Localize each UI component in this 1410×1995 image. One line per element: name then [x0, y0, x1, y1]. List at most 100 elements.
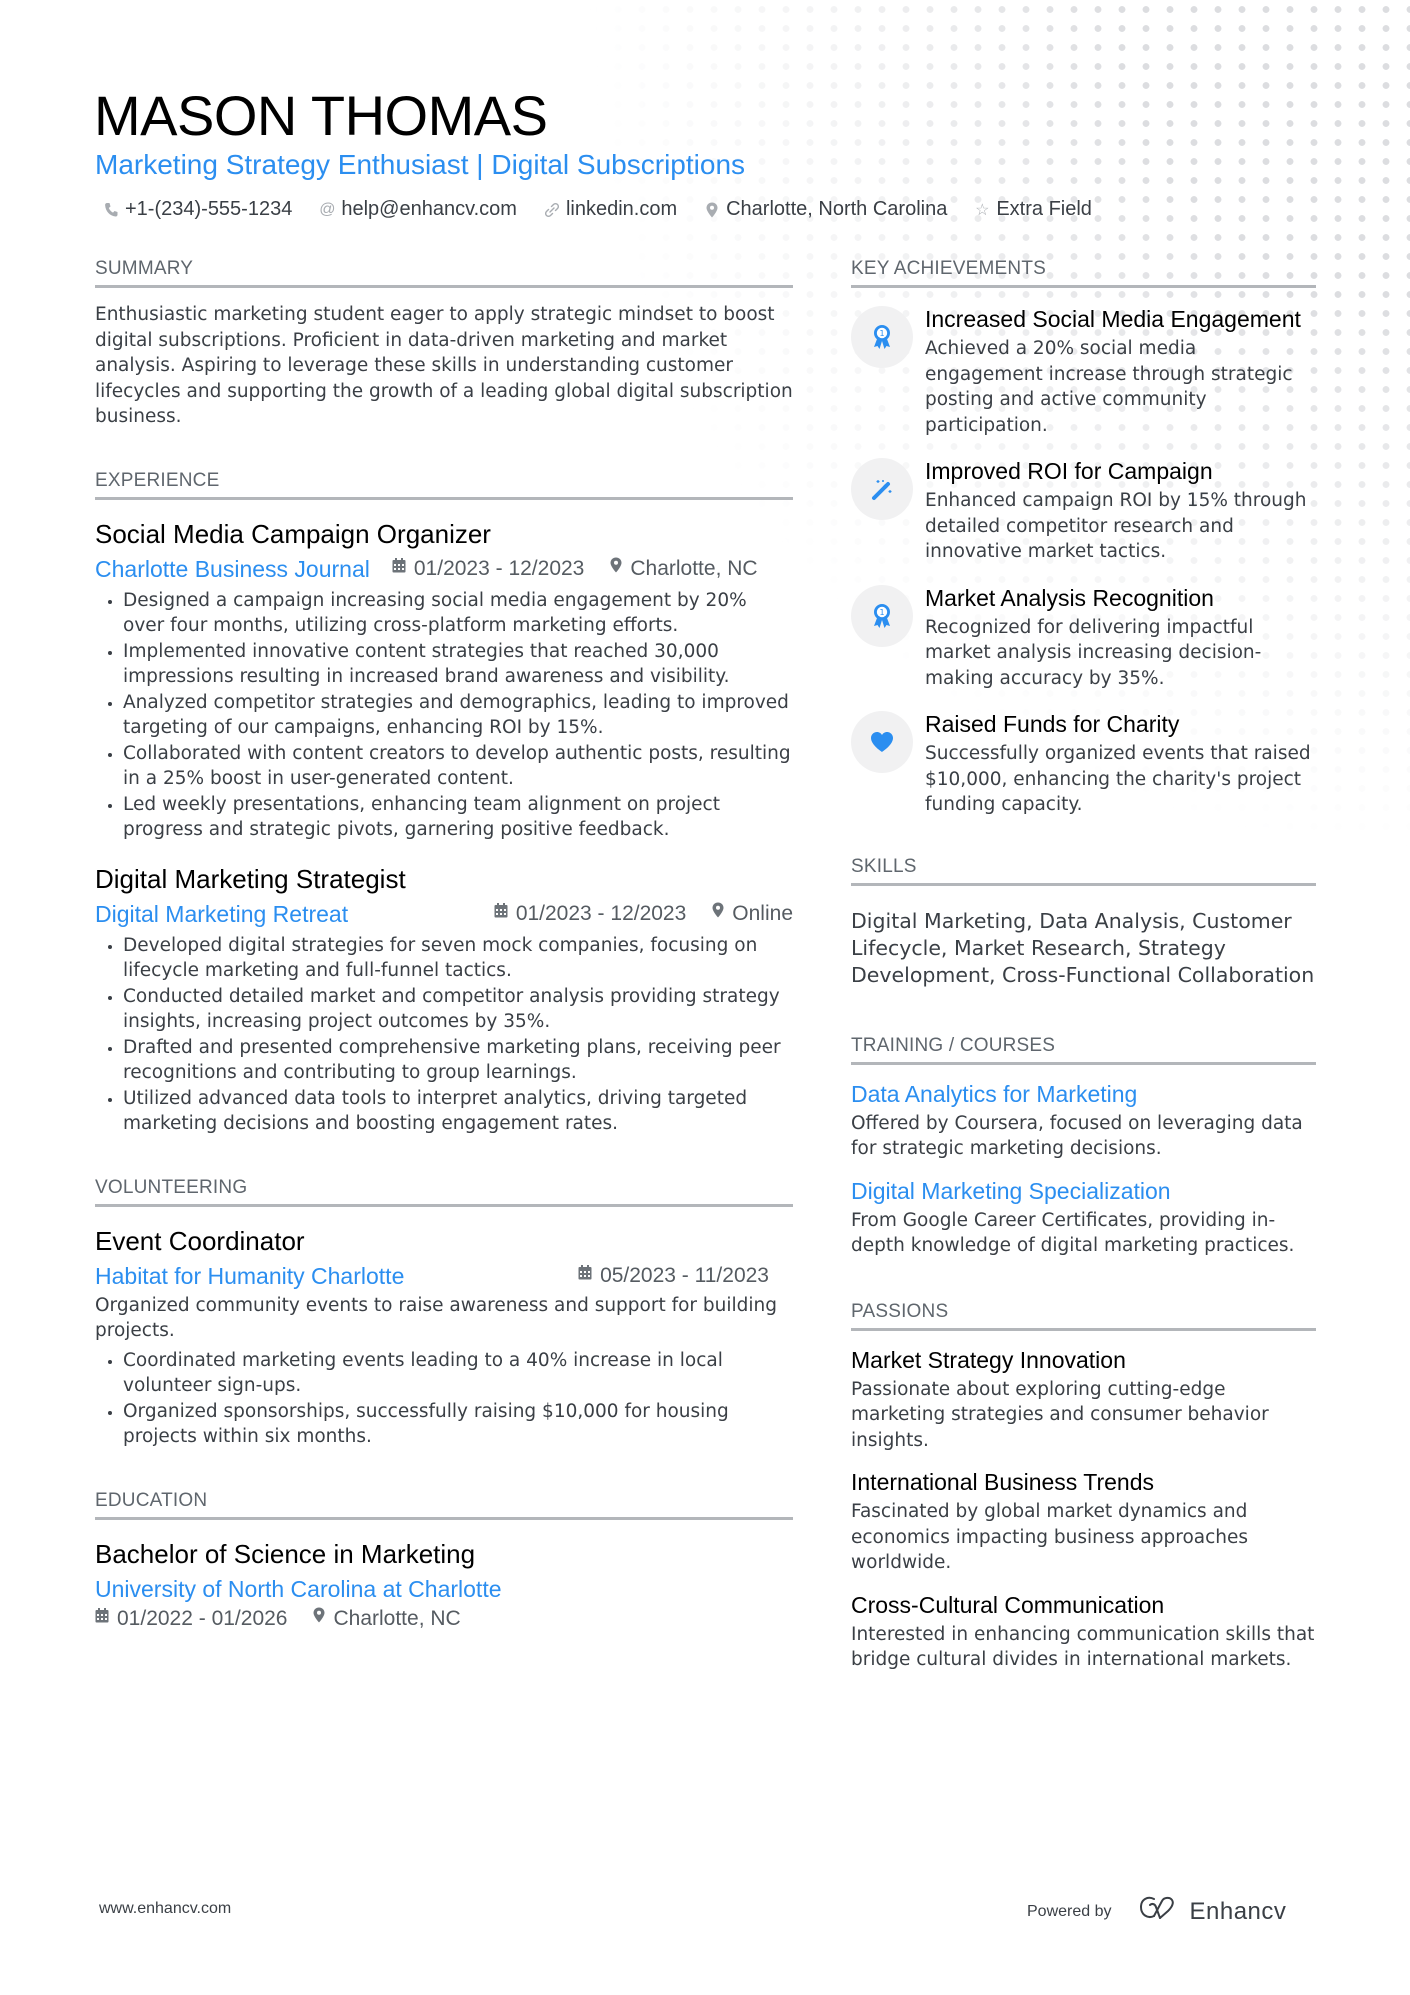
award-ribbon-icon: 1	[851, 306, 913, 368]
achievement-title: Raised Funds for Charity	[925, 711, 1180, 737]
heart-icon	[851, 711, 913, 773]
passion-text: Fascinated by global market dynamics and…	[851, 1501, 1249, 1573]
education-location-text: Charlotte, NC	[333, 1606, 461, 1630]
experience-location-text: Charlotte, NC	[630, 556, 758, 580]
section-heading-training: TRAINING / COURSES	[851, 1035, 1316, 1065]
training-section: TRAINING / COURSES Data Analytics for Ma…	[851, 1035, 1316, 1259]
section-heading-education: EDUCATION	[95, 1490, 793, 1520]
candidate-title: Marketing Strategy Enthusiast | Digital …	[95, 149, 746, 180]
passion-item: Market Strategy Innovation Passionate ab…	[851, 1345, 1316, 1454]
experience-bullet: Implemented innovative content strategie…	[123, 639, 793, 690]
experience-meta: Digital Marketing Retreat 01/2023 - 12/2…	[95, 899, 793, 929]
calendar-icon	[95, 1604, 109, 1634]
education-school[interactable]: University of North Carolina at Charlott…	[95, 1574, 502, 1604]
location-pin-icon	[610, 554, 622, 584]
section-heading-skills: SKILLS	[851, 856, 1316, 886]
volunteering-bullets: Coordinated marketing events leading to …	[95, 1348, 793, 1450]
section-heading-passions: PASSIONS	[851, 1301, 1316, 1331]
course-title[interactable]: Digital Marketing Specialization	[851, 1176, 1316, 1206]
contact-email[interactable]: @ help@enhancv.com	[319, 198, 517, 221]
location-pin-icon	[712, 899, 724, 929]
achievement-item: 1 Increased Social Media Engagement Achi…	[851, 304, 1316, 438]
experience-bullet: Utilized advanced data tools to interpre…	[123, 1086, 793, 1137]
passion-text: Passionate about exploring cutting-edge …	[851, 1378, 1269, 1451]
experience-dates-text: 01/2023 - 12/2023	[515, 901, 687, 925]
experience-role: Digital Marketing Strategist	[95, 863, 406, 894]
passion-item: International Business Trends Fascinated…	[851, 1467, 1316, 1576]
volunteering-description: Organized community events to raise awar…	[95, 1294, 778, 1342]
section-heading-experience: EXPERIENCE	[95, 470, 793, 500]
education-section: EDUCATION Bachelor of Science in Marketi…	[95, 1490, 793, 1634]
at-icon: @	[319, 200, 336, 218]
skills-section: SKILLS Digital Marketing, Data Analysis,…	[851, 856, 1316, 989]
contact-row: +1-(234)-555-1234 @ help@enhancv.com lin…	[103, 198, 1092, 221]
candidate-name: MASON THOMAS	[94, 84, 548, 147]
enhancv-logo[interactable]: Enhancv	[1138, 1895, 1287, 1928]
location-pin-icon	[704, 202, 720, 218]
contact-phone[interactable]: +1-(234)-555-1234	[103, 198, 292, 221]
phone-icon	[103, 202, 119, 218]
experience-dates: 01/2023 - 12/2023	[494, 899, 686, 929]
magic-wand-icon	[851, 458, 913, 520]
enhancv-logo-icon	[1138, 1895, 1182, 1928]
volunteering-role: Event Coordinator	[95, 1225, 305, 1256]
achievement-item: 1 Market Analysis Recognition Recognized…	[851, 583, 1316, 692]
volunteering-organization[interactable]: Habitat for Humanity Charlotte	[95, 1261, 404, 1291]
achievement-item: Raised Funds for Charity Successfully or…	[851, 709, 1316, 818]
location-pin-icon	[313, 1604, 325, 1634]
education-dates: 01/2022 - 01/2026	[95, 1604, 287, 1634]
volunteering-dates-text: 05/2023 - 11/2023	[600, 1263, 769, 1287]
svg-text:1: 1	[879, 608, 884, 617]
skills-text: Digital Marketing, Data Analysis, Custom…	[851, 908, 1315, 987]
volunteering-meta: Habitat for Humanity Charlotte 05/2023 -…	[95, 1261, 793, 1291]
experience-bullet: Analyzed competitor strategies and demog…	[123, 690, 793, 741]
experience-role: Social Media Campaign Organizer	[95, 518, 491, 549]
experience-entry: Digital Marketing Strategist Digital Mar…	[95, 863, 793, 1137]
calendar-icon	[494, 899, 508, 929]
section-heading-achievements: KEY ACHIEVEMENTS	[851, 258, 1316, 288]
link-icon	[544, 202, 560, 218]
course-item: Digital Marketing Specialization From Go…	[851, 1176, 1316, 1259]
course-item: Data Analytics for Marketing Offered by …	[851, 1079, 1316, 1162]
passion-text: Interested in enhancing communication sk…	[851, 1623, 1315, 1671]
passion-title: International Business Trends	[851, 1469, 1155, 1495]
summary-text: Enthusiastic marketing student eager to …	[95, 304, 793, 427]
experience-company[interactable]: Digital Marketing Retreat	[95, 899, 348, 929]
volunteering-entry: Event Coordinator Habitat for Humanity C…	[95, 1225, 793, 1450]
right-column: KEY ACHIEVEMENTS 1 Increased Social Medi…	[851, 258, 1316, 1673]
resume-page: MASON THOMAS Marketing Strategy Enthusia…	[0, 0, 1410, 1995]
achievement-text: Successfully organized events that raise…	[925, 743, 1311, 815]
experience-bullet: Designed a campaign increasing social me…	[123, 588, 793, 639]
achievement-text: Enhanced campaign ROI by 15% through det…	[925, 490, 1307, 562]
volunteering-bullet: Organized sponsorships, successfully rai…	[123, 1399, 793, 1450]
contact-location: Charlotte, North Carolina	[704, 198, 947, 221]
experience-meta: Charlotte Business Journal 01/2023 - 12/…	[95, 554, 793, 584]
experience-bullets: Developed digital strategies for seven m…	[95, 933, 793, 1137]
experience-bullet: Led weekly presentations, enhancing team…	[123, 792, 793, 843]
contact-email-text: help@enhancv.com	[341, 198, 517, 220]
footer-website[interactable]: www.enhancv.com	[99, 1900, 231, 1918]
section-heading-summary: SUMMARY	[95, 258, 793, 288]
education-location: Charlotte, NC	[313, 1604, 461, 1634]
contact-linkedin[interactable]: linkedin.com	[544, 198, 677, 221]
education-dates-text: 01/2022 - 01/2026	[117, 1606, 288, 1630]
footer-branding: Powered by Enhancv	[1027, 1895, 1286, 1928]
enhancv-logo-text: Enhancv	[1189, 1897, 1287, 1925]
contact-linkedin-text: linkedin.com	[565, 198, 678, 220]
summary-section: SUMMARY Enthusiastic marketing student e…	[95, 258, 793, 430]
experience-bullet: Drafted and presented comprehensive mark…	[123, 1035, 793, 1086]
volunteering-dates: 05/2023 - 11/2023	[578, 1261, 769, 1291]
achievements-section: KEY ACHIEVEMENTS 1 Increased Social Medi…	[851, 258, 1316, 818]
section-heading-volunteering: VOLUNTEERING	[95, 1177, 793, 1207]
experience-section: EXPERIENCE Social Media Campaign Organiz…	[95, 470, 793, 1137]
education-entry: Bachelor of Science in Marketing Univers…	[95, 1538, 793, 1634]
experience-dates: 01/2023 - 12/2023	[392, 554, 584, 584]
experience-location-text: Online	[732, 901, 793, 925]
course-title[interactable]: Data Analytics for Marketing	[851, 1079, 1316, 1109]
experience-company[interactable]: Charlotte Business Journal	[95, 554, 370, 584]
left-column: SUMMARY Enthusiastic marketing student e…	[95, 258, 793, 1634]
education-school-row: University of North Carolina at Charlott…	[95, 1574, 793, 1604]
achievement-item: Improved ROI for Campaign Enhanced campa…	[851, 456, 1316, 565]
powered-by-label: Powered by	[1027, 1902, 1112, 1920]
achievement-title: Improved ROI for Campaign	[925, 458, 1213, 484]
